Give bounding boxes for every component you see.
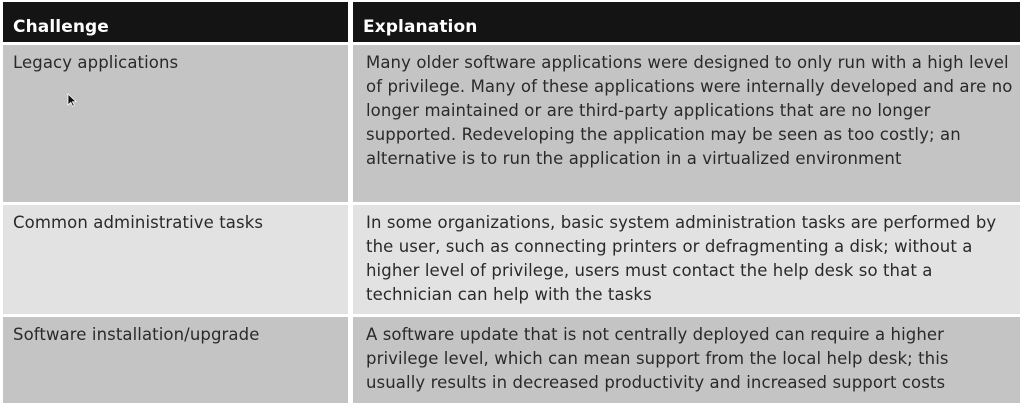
- column-header-explanation: Explanation: [353, 2, 1020, 42]
- column-header-challenge: Challenge: [3, 2, 348, 42]
- table-cell-explanation: Many older software applications were de…: [353, 42, 1020, 202]
- table-cell-challenge: Legacy applications: [3, 42, 348, 202]
- table-cell-explanation: In some organizations, basic system admi…: [353, 202, 1020, 314]
- challenges-table: Challenge Explanation Legacy application…: [3, 2, 1020, 403]
- table-cell-explanation: A software update that is not centrally …: [353, 314, 1020, 403]
- table-cell-challenge: Software installation/upgrade: [3, 314, 348, 403]
- mouse-pointer-icon: [67, 93, 77, 107]
- table-cell-challenge: Common administrative tasks: [3, 202, 348, 314]
